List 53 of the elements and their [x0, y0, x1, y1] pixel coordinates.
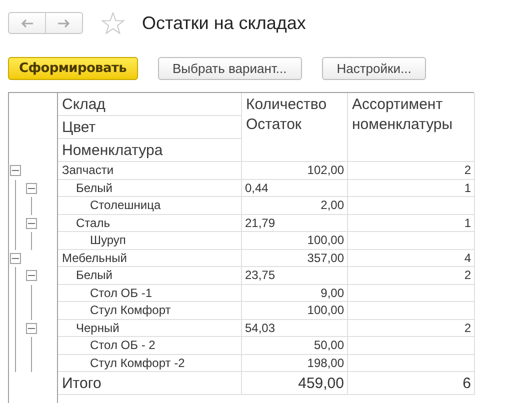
row-name: Столешница	[90, 198, 161, 212]
row-name: Мебельный	[62, 250, 127, 264]
forward-arrow-icon	[58, 18, 70, 28]
page-title: Остатки на складах	[142, 12, 306, 35]
back-arrow-icon	[21, 18, 33, 28]
column-header: Номенклатура	[58, 139, 241, 162]
assortment-cell: 1	[464, 214, 471, 231]
toolbar-button[interactable]: Выбрать вариант...	[158, 57, 302, 80]
row-name: Сталь	[76, 216, 110, 230]
quantity-cell: 9,00	[320, 284, 344, 301]
assortment-cell: 2	[464, 267, 471, 284]
column-header: Цвет	[58, 116, 241, 139]
column-header: Склад	[58, 93, 241, 116]
quantity-cell: 54,03	[245, 320, 276, 336]
collapse-icon[interactable]	[10, 165, 21, 176]
total-assortment: 6	[462, 374, 471, 394]
toolbar-button[interactable]: Сформировать	[8, 57, 138, 80]
quantity-cell: 21,79	[245, 214, 276, 231]
collapse-icon[interactable]	[26, 322, 37, 334]
collapse-icon[interactable]	[26, 270, 37, 281]
row-name: Стул Комфорт -2	[90, 356, 185, 370]
quantity-cell: 0,44	[245, 180, 268, 196]
row-name: Белый	[76, 180, 112, 194]
collapse-icon[interactable]	[26, 182, 37, 194]
quantity-cell: 198,00	[307, 354, 344, 371]
assortment-cell: 1	[464, 180, 471, 196]
quantity-cell: 100,00	[307, 232, 344, 248]
assortment-cell: 2	[464, 162, 471, 178]
toolbar-button[interactable]: Настройки...	[322, 57, 426, 80]
column-header: номенклатуры	[352, 115, 454, 135]
row-name: Стол ОБ -1	[90, 286, 152, 300]
row-name: Запчасти	[62, 163, 114, 177]
row-name: Стул Комфорт	[90, 303, 171, 317]
column-header: Ассортимент	[352, 95, 444, 115]
star-icon[interactable]	[101, 12, 125, 34]
row-name: Стол ОБ - 2	[90, 338, 156, 352]
quantity-cell: 2,00	[320, 197, 344, 214]
quantity-cell: 102,00	[307, 162, 344, 178]
total-quantity: 459,00	[298, 374, 344, 394]
quantity-cell: 100,00	[307, 302, 344, 318]
row-name: Белый	[76, 268, 112, 282]
total-label: Итого	[62, 375, 102, 392]
row-name: Черный	[76, 320, 120, 334]
column-header: Остаток	[246, 115, 302, 135]
collapse-icon[interactable]	[10, 252, 21, 264]
quantity-cell: 23,75	[245, 267, 276, 284]
assortment-cell: 2	[464, 320, 471, 336]
collapse-icon[interactable]	[26, 218, 37, 228]
quantity-cell: 357,00	[307, 250, 344, 266]
assortment-cell: 4	[464, 250, 471, 266]
column-header: Количество	[246, 95, 328, 115]
quantity-cell: 50,00	[314, 337, 344, 354]
row-name: Шуруп	[90, 233, 126, 247]
